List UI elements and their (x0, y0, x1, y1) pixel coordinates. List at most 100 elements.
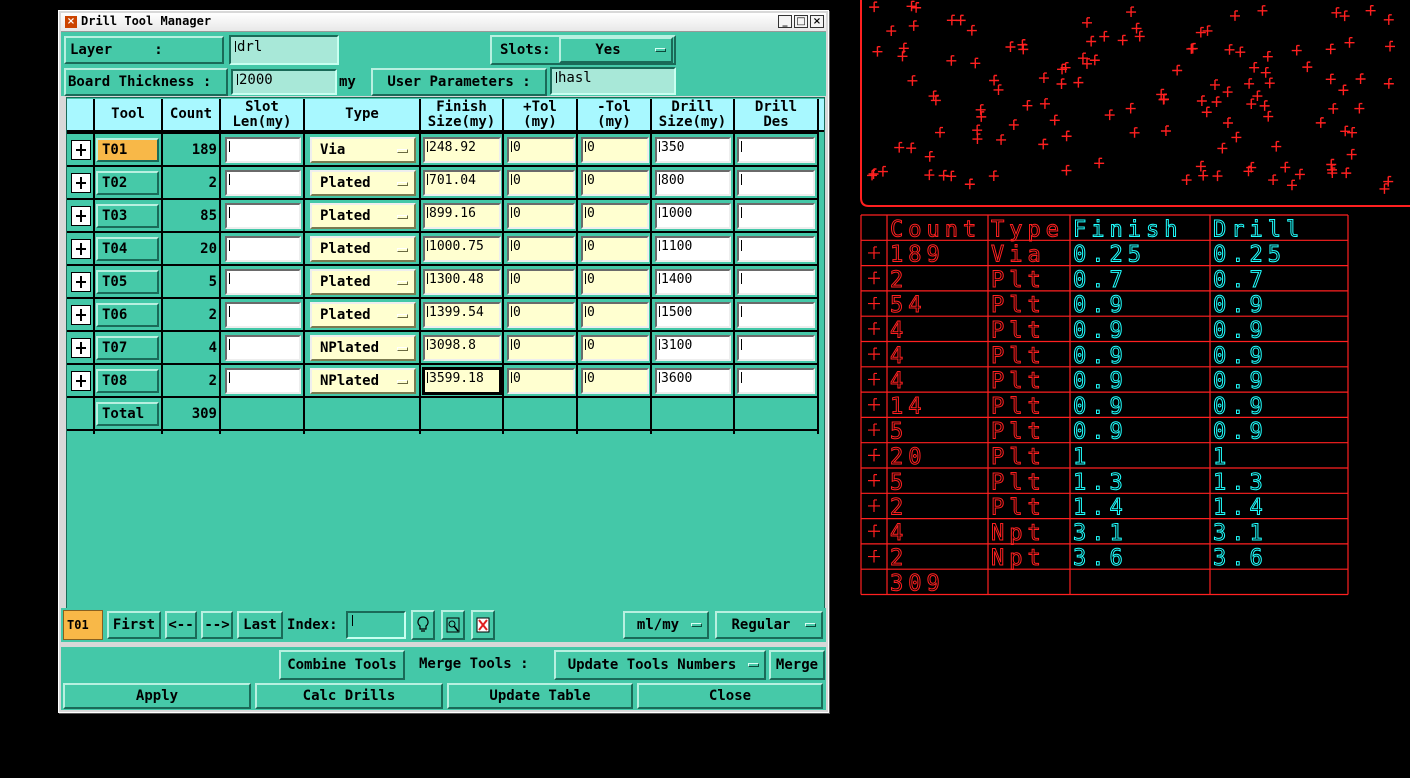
drill-size-field[interactable]: 1500 (655, 302, 731, 328)
drill-des-field[interactable] (737, 269, 815, 295)
tool-button[interactable]: T04 (96, 237, 159, 261)
minus-tol-field[interactable]: 0 (581, 137, 649, 163)
type-dropdown[interactable]: Plated (310, 170, 416, 196)
expand-row-icon[interactable] (71, 173, 91, 193)
slot-length-field[interactable] (225, 335, 301, 361)
drill-des-field[interactable] (737, 236, 815, 262)
slots-dropdown[interactable]: Yes (559, 37, 673, 63)
minus-tol-field[interactable]: 0 (581, 170, 649, 196)
plus-tol-field[interactable]: 0 (507, 236, 575, 262)
expand-row-icon[interactable] (71, 305, 91, 325)
drill-size-field[interactable]: 1000 (655, 203, 731, 229)
mode-dropdown[interactable]: Regular (715, 611, 823, 639)
minus-tol-field[interactable]: 0 (581, 335, 649, 361)
tool-button[interactable]: T02 (96, 171, 159, 195)
column-divider (419, 132, 421, 434)
apply-button[interactable]: Apply (63, 683, 251, 709)
update-table-button[interactable]: Update Table (447, 683, 633, 709)
tool-button[interactable]: T01 (96, 138, 159, 162)
first-button[interactable]: First (107, 611, 161, 639)
type-dropdown[interactable]: Plated (310, 236, 416, 262)
merge-tools-dropdown[interactable]: Update Tools Numbers (554, 650, 766, 680)
layer-field[interactable]: drl (229, 35, 339, 65)
merge-button[interactable]: Merge (769, 650, 825, 680)
drill-size-field[interactable]: 3600 (655, 368, 731, 394)
delete-icon[interactable] (471, 610, 495, 640)
finish-size-field[interactable]: 1300.48 (423, 269, 501, 295)
drill-des-field[interactable] (737, 302, 815, 328)
combine-tools-button[interactable]: Combine Tools (279, 650, 405, 680)
type-dropdown[interactable]: Plated (310, 302, 416, 328)
drill-des-field[interactable] (737, 335, 815, 361)
maximize-button[interactable]: □ (794, 15, 808, 28)
drill-size-field[interactable]: 1100 (655, 236, 731, 262)
expand-row-icon[interactable] (71, 140, 91, 160)
plus-tol-field[interactable]: 0 (507, 269, 575, 295)
cad-canvas[interactable]: Count Type Finish Drill 189 Via 0.25 0.25 2 Plt 0.… (830, 0, 1410, 778)
plus-tol-field[interactable]: 0 (507, 335, 575, 361)
finish-size-field[interactable]: 3098.8 (423, 335, 501, 361)
next-button[interactable]: --> (201, 611, 233, 639)
expand-row-icon[interactable] (71, 206, 91, 226)
type-dropdown[interactable]: Via (310, 137, 416, 163)
plus-tol-field[interactable]: 0 (507, 203, 575, 229)
zoom-fit-icon[interactable] (441, 610, 465, 640)
drill-size-field[interactable]: 800 (655, 170, 731, 196)
tool-button[interactable]: T05 (96, 270, 159, 294)
drill-des-field[interactable] (737, 170, 815, 196)
minus-tol-field[interactable]: 0 (581, 368, 649, 394)
expand-row-icon[interactable] (71, 239, 91, 259)
board-thickness-field[interactable]: 2000 (231, 69, 337, 95)
tool-button[interactable]: T03 (96, 204, 159, 228)
close-button[interactable]: Close (637, 683, 823, 709)
title-bar[interactable]: × Drill Tool Manager _ □ × (61, 13, 826, 32)
drill-des-field[interactable] (737, 203, 815, 229)
tool-button[interactable]: T07 (96, 336, 159, 360)
expand-row-icon[interactable] (71, 338, 91, 358)
slot-length-field[interactable] (225, 302, 301, 328)
slot-length-field[interactable] (225, 368, 301, 394)
finish-size-field[interactable]: 248.92 (423, 137, 501, 163)
finish-size-field[interactable]: 1399.54 (423, 302, 501, 328)
finish-size-field[interactable]: 899.16 (423, 203, 501, 229)
type-dropdown[interactable]: Plated (310, 269, 416, 295)
finish-size-field[interactable]: 3599.18 (422, 367, 502, 395)
slot-length-field[interactable] (225, 170, 301, 196)
drill-size-field[interactable]: 1400 (655, 269, 731, 295)
previous-button[interactable]: <-- (165, 611, 197, 639)
type-dropdown[interactable]: NPlated (310, 335, 416, 361)
plus-tol-field[interactable]: 0 (507, 368, 575, 394)
drill-size-field[interactable]: 3100 (655, 335, 731, 361)
drill-size-field[interactable]: 350 (655, 137, 731, 163)
plus-tol-field[interactable]: 0 (507, 302, 575, 328)
slot-length-field[interactable] (225, 269, 301, 295)
type-dropdown[interactable]: Plated (310, 203, 416, 229)
finish-size-field[interactable]: 701.04 (423, 170, 501, 196)
expand-row-icon[interactable] (71, 272, 91, 292)
drill-des-field[interactable] (737, 137, 815, 163)
minimize-button[interactable]: _ (778, 15, 792, 28)
plus-tol-field[interactable]: 0 (507, 137, 575, 163)
tool-button[interactable]: T06 (96, 303, 159, 327)
user-parameters-field[interactable]: hasl (550, 67, 676, 95)
units-dropdown[interactable]: ml/my (623, 611, 709, 639)
calc-drills-button[interactable]: Calc Drills (255, 683, 443, 709)
finish-size-field[interactable]: 1000.75 (423, 236, 501, 262)
type-dropdown[interactable]: NPlated (310, 368, 416, 394)
minus-tol-field[interactable]: 0 (581, 203, 649, 229)
minus-tol-field[interactable]: 0 (581, 236, 649, 262)
cad-table-cell: 0.25 (1073, 243, 1146, 268)
slot-length-field[interactable] (225, 137, 301, 163)
plus-tol-field[interactable]: 0 (507, 170, 575, 196)
last-button[interactable]: Last (237, 611, 283, 639)
close-window-button[interactable]: × (810, 15, 824, 28)
drill-des-field[interactable] (737, 368, 815, 394)
minus-tol-field[interactable]: 0 (581, 302, 649, 328)
expand-row-icon[interactable] (71, 371, 91, 391)
tool-button[interactable]: T08 (96, 369, 159, 393)
lightbulb-icon[interactable] (411, 610, 435, 640)
slot-length-field[interactable] (225, 236, 301, 262)
slot-length-field[interactable] (225, 203, 301, 229)
index-field[interactable] (346, 611, 406, 639)
minus-tol-field[interactable]: 0 (581, 269, 649, 295)
